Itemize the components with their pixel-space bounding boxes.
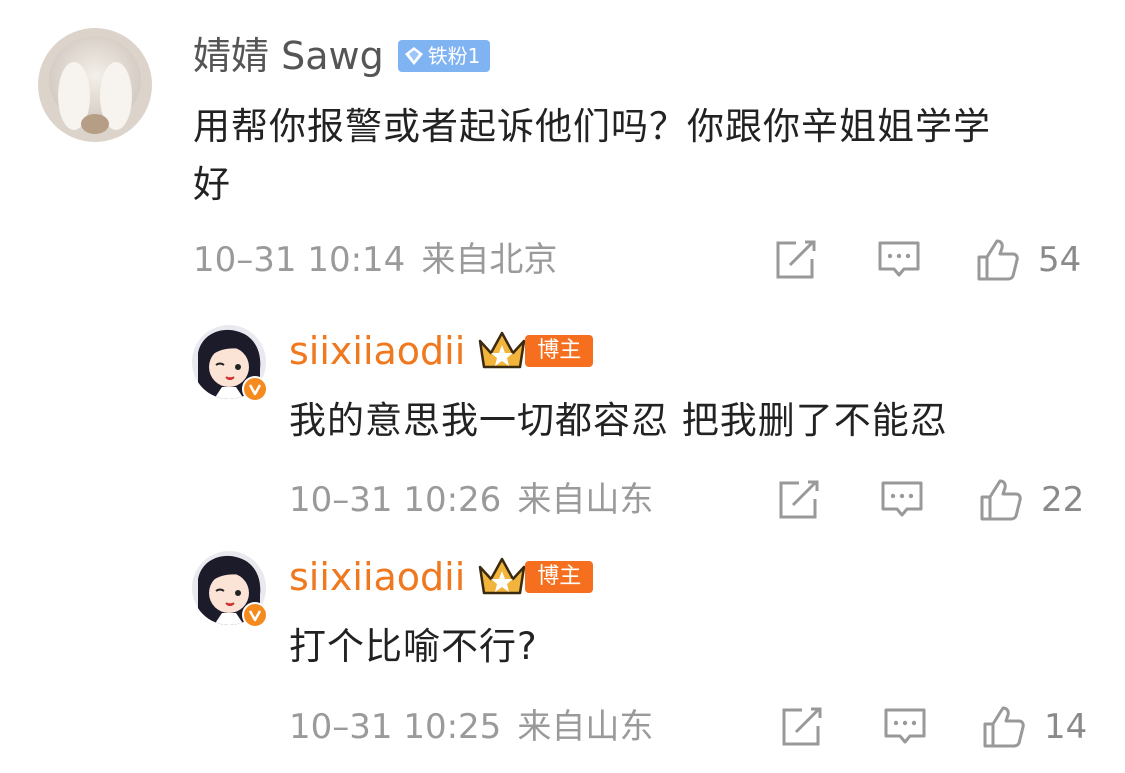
comment-text-line: 打个比喻不行? <box>289 625 538 668</box>
comment-text: 打个比喻不行? <box>289 618 1089 676</box>
comment-header: siixiiaodii 博主 <box>289 552 594 602</box>
like-count: 14 <box>1044 707 1088 747</box>
white-rabbit-avatar-icon <box>38 28 152 142</box>
share-edit-icon[interactable] <box>775 477 821 523</box>
username[interactable]: 婧婧 Sawg <box>193 31 384 81</box>
location: 来自北京 <box>421 240 558 280</box>
comment-text-line: 好 <box>193 163 231 206</box>
host-badge-label: 博主 <box>525 335 594 367</box>
host-badge: 博主 <box>477 329 594 373</box>
comment-bubble-icon[interactable] <box>876 237 922 283</box>
reply-item: siixiiaodii 博主 我的意思我一切都容忍 把我删了不能忍 10–31 … <box>0 300 1125 540</box>
share-edit-icon[interactable] <box>778 704 824 750</box>
like-count: 22 <box>1041 480 1085 520</box>
location: 来自山东 <box>517 707 654 747</box>
verified-badge-icon <box>242 602 268 628</box>
diamond-icon <box>404 47 423 65</box>
thumbs-up-icon[interactable] <box>981 704 1027 750</box>
comment-meta: 10–31 10:25 来自山东 <box>289 704 653 750</box>
username[interactable]: siixiiaodii <box>289 326 465 376</box>
thumbs-up-icon[interactable] <box>978 477 1024 523</box>
crown-icon <box>479 557 526 595</box>
timestamp: 10–31 10:26 <box>289 480 502 520</box>
reply-item: siixiiaodii 博主 打个比喻不行? 10–31 10:25 来自山东 <box>0 526 1125 773</box>
avatar[interactable] <box>38 28 152 142</box>
like-count: 54 <box>1038 240 1082 280</box>
comment-actions: 14 <box>778 704 1098 754</box>
username[interactable]: siixiiaodii <box>289 552 465 602</box>
comment-text-line: 用帮你报警或者起诉他们吗？你跟你辛姐姐学学 <box>193 105 991 148</box>
comment-text-line: 我的意思我一切都容忍 把我删了不能忍 <box>289 399 948 442</box>
comments-page: 婧婧 Sawg 铁粉1 用帮你报警或者起诉他们吗？你跟你辛姐姐学学 好 10–3… <box>0 0 1125 773</box>
timestamp: 10–31 10:14 <box>193 240 406 280</box>
comment-actions: 54 <box>772 237 1092 287</box>
thumbs-up-icon[interactable] <box>975 237 1021 283</box>
host-badge-label: 博主 <box>525 561 594 593</box>
timestamp: 10–31 10:25 <box>289 707 502 747</box>
comment-meta: 10–31 10:14 来自北京 <box>193 237 557 283</box>
host-badge: 博主 <box>477 555 594 599</box>
comment-bubble-icon[interactable] <box>879 477 925 523</box>
comment-header: siixiiaodii 博主 <box>289 326 594 376</box>
comment-actions: 22 <box>775 477 1095 527</box>
fan-badge-label: 铁粉1 <box>427 44 481 68</box>
location: 来自山东 <box>517 480 654 520</box>
comment-header: 婧婧 Sawg 铁粉1 <box>193 31 491 81</box>
share-edit-icon[interactable] <box>772 237 818 283</box>
comment-text: 用帮你报警或者起诉他们吗？你跟你辛姐姐学学 好 <box>193 98 1093 214</box>
fan-badge[interactable]: 铁粉1 <box>397 40 491 72</box>
comment-item: 婧婧 Sawg 铁粉1 用帮你报警或者起诉他们吗？你跟你辛姐姐学学 好 10–3… <box>0 0 1125 300</box>
comment-bubble-icon[interactable] <box>882 704 928 750</box>
comment-text: 我的意思我一切都容忍 把我删了不能忍 <box>289 392 1089 450</box>
crown-icon <box>479 331 526 369</box>
verified-badge-icon <box>242 376 268 402</box>
comment-meta: 10–31 10:26 来自山东 <box>289 477 653 523</box>
